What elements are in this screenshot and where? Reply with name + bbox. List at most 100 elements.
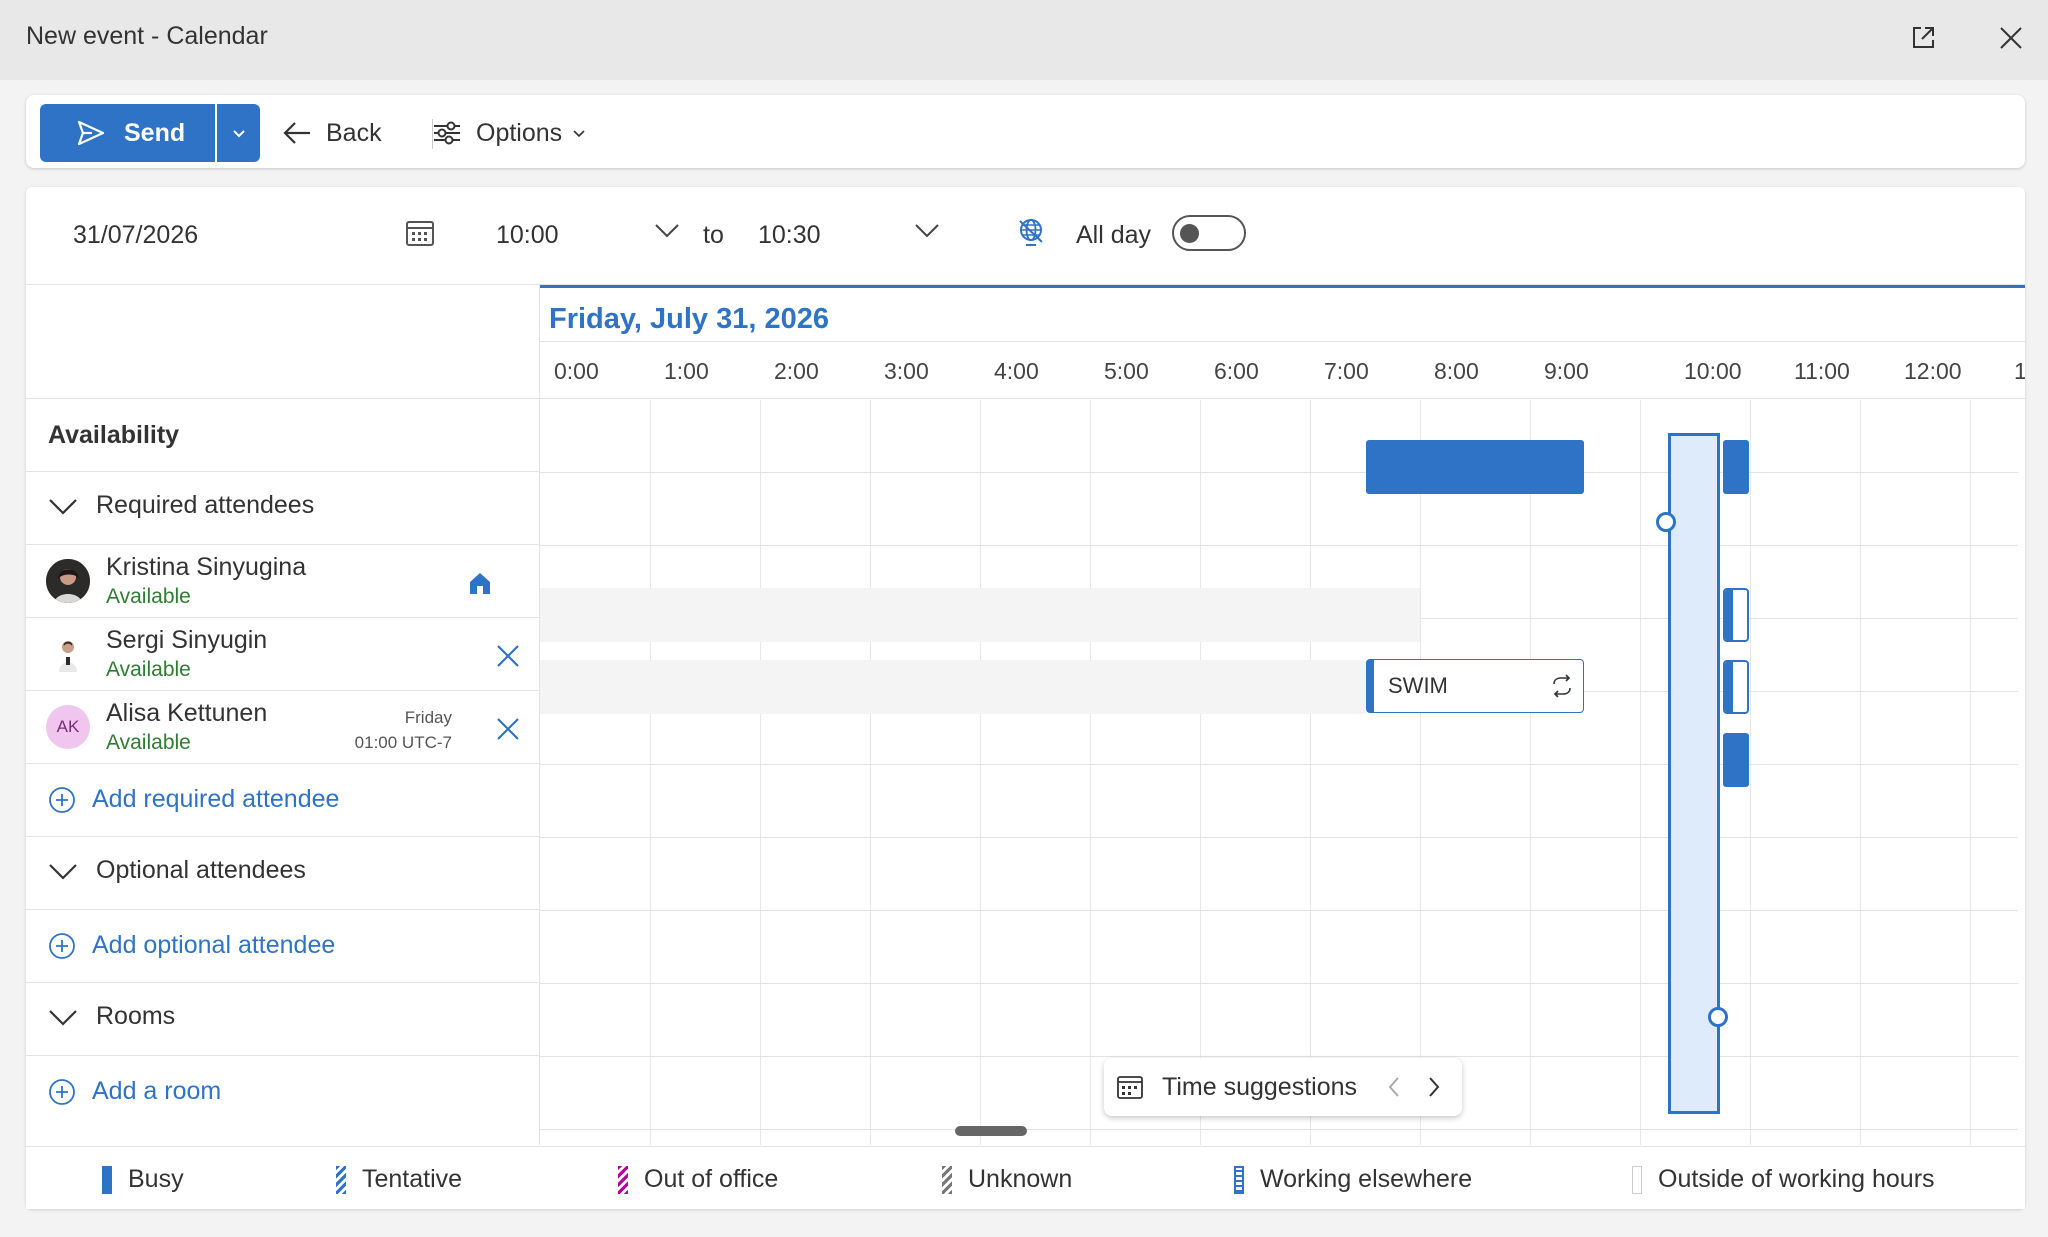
hour-label: 11:00 [1794,358,1850,384]
chevron-right-icon[interactable] [1426,1075,1442,1099]
hour-gridline [1530,400,1531,1145]
options-button[interactable]: Options [432,104,586,162]
legend-outside-hours: Outside of working hours [1632,1165,1935,1194]
home-icon [466,569,494,597]
availability-label: Availability [48,421,180,449]
hour-gridline [1860,400,1861,1145]
all-day-toggle[interactable] [1172,215,1246,251]
unknown-swatch [942,1165,952,1194]
window-title: New event - Calendar [26,22,268,50]
hour-label: 8:00 [1434,358,1479,384]
attendee-name: Kristina Sinyugina [106,553,307,581]
attendee-time: 01:00 UTC-7 [354,733,452,752]
add-room-link[interactable]: Add a room [92,1077,221,1106]
legend-elsewhere-label: Working elsewhere [1260,1165,1473,1193]
toggle-knob [1180,224,1199,243]
arrow-left-icon [283,122,310,144]
add-required-attendee-row[interactable]: Add required attendee [26,764,539,837]
back-button[interactable]: Back [282,104,382,162]
attendee-row[interactable]: Sergi Sinyugin Available [26,618,539,691]
horizontal-scrollbar[interactable] [955,1126,1027,1136]
legend-busy-label: Busy [128,1165,184,1193]
add-optional-attendee-row[interactable]: Add optional attendee [26,910,539,983]
avatar [46,632,90,676]
rooms-header[interactable]: Rooms [26,983,539,1056]
time-suggestions-label: Time suggestions [1162,1072,1357,1101]
send-dropdown-button[interactable] [217,104,260,162]
legend-ooo-label: Out of office [644,1165,779,1193]
tentative-swatch [336,1165,346,1194]
chevron-down-icon[interactable] [654,221,680,246]
avatar [46,559,90,603]
chevron-down-icon[interactable] [914,221,940,246]
date-time-bar: 31/07/2026 10:00 to 10:30 All day [26,187,2025,285]
attendee-name: Alisa Kettunen [106,699,268,727]
attendee-row[interactable]: AK Alisa Kettunen Available Friday 01:00… [26,691,539,764]
attendee-status: Available [106,731,191,754]
resize-handle-bottom[interactable] [1708,1007,1728,1027]
row-gridline [540,1056,2018,1057]
add-room-row[interactable]: Add a room [26,1056,539,1129]
all-day-label: All day [1076,221,1152,249]
attendee-local-time: Friday 01:00 UTC-7 [355,705,452,755]
hour-label: 3:00 [884,358,929,384]
attendee-name: Sergi Sinyugin [106,626,268,654]
time-suggestions-bar[interactable]: Time suggestions [1104,1058,1462,1116]
hour-label: 9:00 [1544,358,1589,384]
attendee-day: Friday [404,708,452,727]
row-gridline [540,764,2018,765]
close-icon[interactable] [494,642,522,670]
hour-label: 6:00 [1214,358,1259,384]
event-block[interactable]: SWIM [1366,659,1584,713]
to-label: to [703,221,724,249]
legend: Busy Tentative Out of office Unknown Wor… [26,1146,2025,1209]
day-accent-line [540,285,2025,288]
hour-label: 13:00 [2014,358,2025,384]
out-of-office-swatch [618,1165,628,1194]
add-optional-attendee-link[interactable]: Add optional attendee [92,931,335,960]
chevron-down-icon [49,1009,77,1026]
hour-gridline [1200,400,1201,1145]
send-button[interactable]: Send [40,104,215,162]
add-circle-icon [49,1078,75,1105]
resize-handle-top[interactable] [1656,512,1676,532]
outside-hours-swatch [1632,1165,1642,1194]
scheduling-panel: 31/07/2026 10:00 to 10:30 All day Availa… [26,187,2025,1209]
close-window-icon[interactable] [1991,18,2031,58]
send-icon [77,120,105,146]
rooms-label: Rooms [96,1002,176,1030]
hour-gridline [1640,400,1641,1145]
toolbar: Send Back Options [26,95,2025,168]
legend-working-elsewhere: Working elsewhere [1234,1165,1472,1194]
attendee-row[interactable]: Kristina Sinyugina Available [26,545,539,618]
legend-unknown: Unknown [942,1165,1072,1194]
availability-busy-block [1723,440,1749,494]
hour-label: 12:00 [1904,358,1962,384]
calendar-icon[interactable] [404,217,436,254]
hour-gridline [1750,400,1751,1145]
pop-out-icon[interactable] [1903,18,1943,58]
required-attendees-header[interactable]: Required attendees [26,472,539,545]
hour-label: 0:00 [554,358,599,384]
hour-gridline [870,400,871,1145]
globe-timezone-icon[interactable] [1014,215,1048,254]
repeat-icon [1553,674,1571,698]
optional-attendees-label: Optional attendees [96,856,306,884]
close-icon[interactable] [494,715,522,743]
availability-row: Availability [26,399,539,472]
start-time-input[interactable]: 10:00 [496,221,559,250]
end-time-input[interactable]: 10:30 [758,221,821,250]
event-title: SWIM [1388,673,1448,698]
start-date-input[interactable]: 31/07/2026 [73,221,198,250]
chevron-down-icon [49,863,77,880]
chevron-left-icon[interactable] [1386,1075,1402,1099]
attendee-list: Availability Required attendees Kristina… [26,285,540,1145]
add-circle-icon [49,932,75,959]
options-label: Options [476,118,563,147]
sliders-icon [434,121,460,145]
add-required-attendee-link[interactable]: Add required attendee [92,785,339,814]
hour-gridline [1420,400,1421,1145]
row-gridline [540,545,2018,546]
back-label: Back [326,118,382,147]
optional-attendees-header[interactable]: Optional attendees [26,837,539,910]
